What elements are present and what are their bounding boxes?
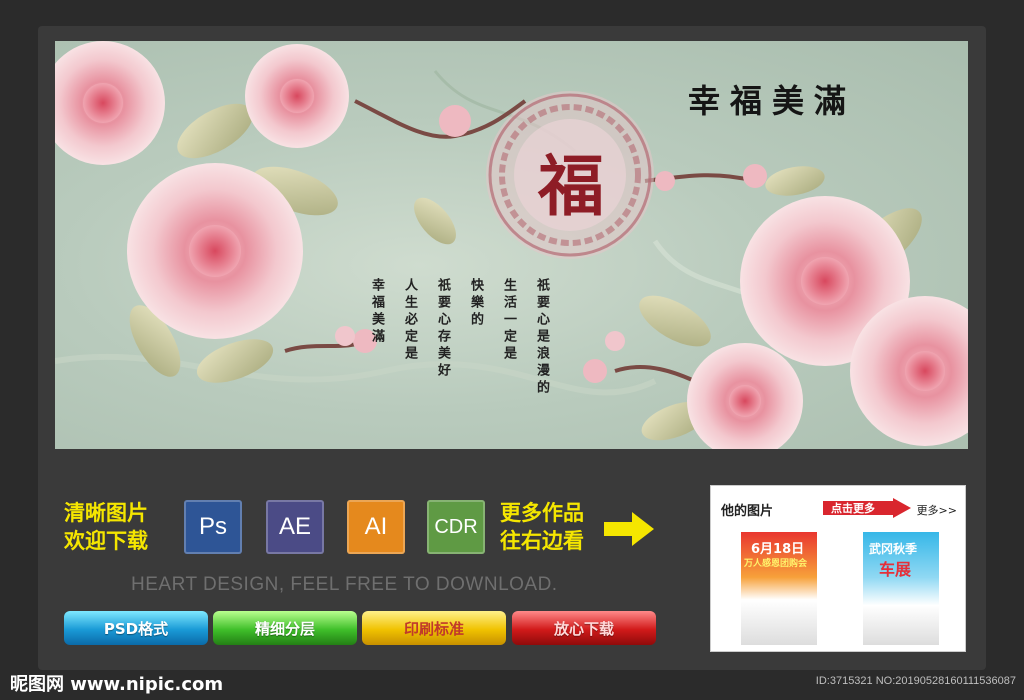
safe-download-button[interactable]: 放心下载 [512, 611, 656, 645]
fine-layers-button[interactable]: 精细分层 [213, 611, 357, 645]
artwork-title: 幸福美滿 [688, 82, 857, 120]
ai-icon: AI [347, 500, 405, 554]
poem-column-6: 幸福美滿 [369, 278, 384, 346]
poem-column-2: 生活一定是 [501, 278, 516, 363]
promo-left-line1: 清晰图片 [64, 501, 148, 525]
poem-column-1: 祇要心是浪漫的 [534, 278, 549, 397]
poem-column-4: 祇要心存美好 [435, 278, 450, 380]
cdr-icon: CDR [427, 500, 485, 554]
poem-column-5: 人生必定是 [402, 278, 417, 363]
thumb1-date: 6月18日 [751, 542, 805, 557]
site-watermark: 昵图网 www.nipic.com [10, 674, 224, 695]
ps-icon: Ps [184, 500, 242, 554]
more-link[interactable]: 更多>> [917, 502, 957, 518]
fu-character: 福 [538, 147, 604, 225]
thumbnail-2[interactable]: 武冈秋季 车展 [863, 532, 939, 645]
thumb2-title: 武冈秋季 [869, 542, 918, 556]
poem: 祇要心是浪漫的 生活一定是 快樂的 祇要心存美好 人生必定是 幸福美滿 [367, 278, 551, 397]
thumbnail-1[interactable]: 6月18日 万人感恩团购会 [741, 532, 817, 645]
tagline: HEART DESIGN, FEEL FREE TO DOWNLOAD. [131, 574, 558, 595]
promo-right-line2: 往右边看 [500, 529, 584, 553]
arrow-right-icon [604, 512, 654, 546]
promo-right-line1: 更多作品 [500, 501, 584, 525]
related-images-panel: 他的图片 点击更多 更多>> 6月18日 万人感恩团购会 武冈秋季 车展 [710, 485, 966, 652]
panel-title: 他的图片 [721, 504, 774, 519]
poem-column-3: 快樂的 [468, 278, 483, 329]
ae-icon: AE [266, 500, 324, 554]
image-id: ID:3715321 NO:20190528160111536087 [815, 675, 1016, 687]
psd-format-button[interactable]: PSD格式 [64, 611, 208, 645]
thumb1-subtitle: 万人感恩团购会 [744, 559, 808, 569]
click-more-label[interactable]: 点击更多 [831, 500, 875, 516]
print-standard-button[interactable]: 印刷标准 [362, 611, 506, 645]
promo-left-line2: 欢迎下载 [64, 529, 148, 553]
thumb2-subtitle: 车展 [879, 560, 912, 579]
